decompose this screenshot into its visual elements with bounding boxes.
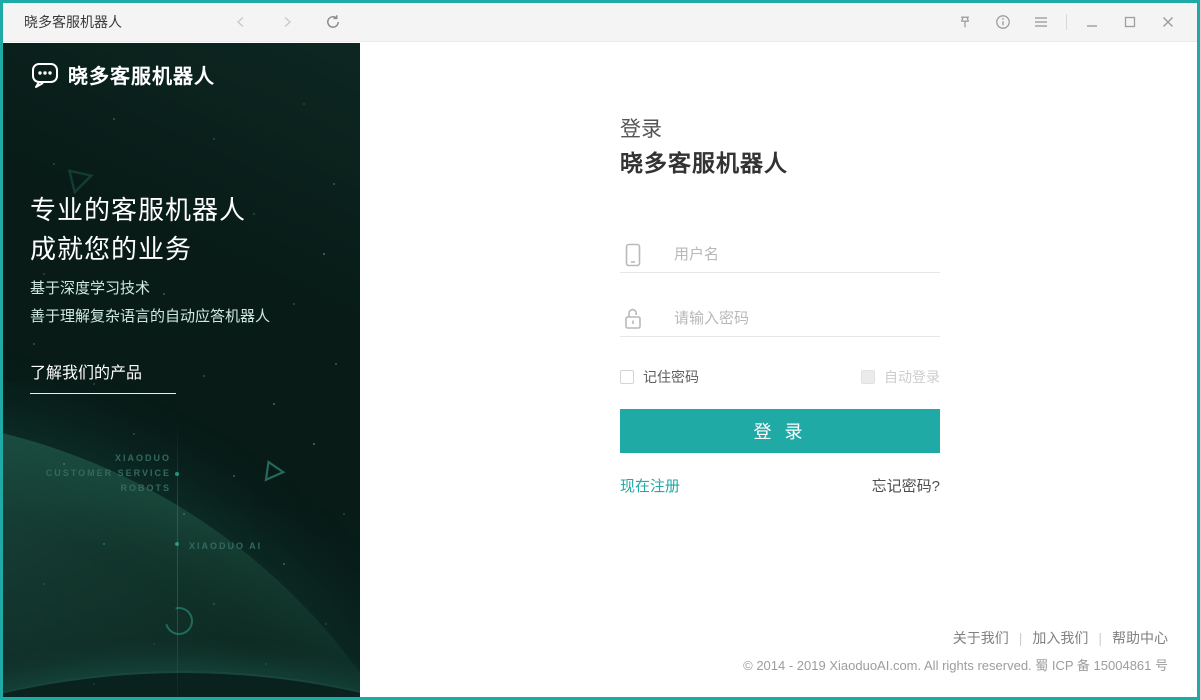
sidebar: 晓多客服机器人 专业的客服机器人 成就您的业务 基于深度学习技术 善于理解复杂语… xyxy=(3,43,360,697)
pin-button[interactable] xyxy=(948,8,982,36)
subtitle-line-2: 善于理解复杂语言的自动应答机器人 xyxy=(30,303,270,331)
learn-products-link[interactable]: 了解我们的产品 xyxy=(30,359,176,394)
pin-icon xyxy=(957,14,973,30)
remember-password-checkbox[interactable] xyxy=(620,370,634,384)
watermark-line: CUSTOMER SERVICE xyxy=(25,466,171,481)
auto-login-checkbox[interactable] xyxy=(861,370,875,384)
sidebar-headline: 专业的客服机器人 成就您的业务 xyxy=(30,191,246,269)
username-field-row xyxy=(620,237,940,273)
auto-login-label[interactable]: 自动登录 xyxy=(884,367,940,387)
watermark-line: XIAODUO xyxy=(25,451,171,466)
back-icon xyxy=(234,15,248,29)
watermark-text: XIAODUO CUSTOMER SERVICE ROBOTS xyxy=(25,451,171,496)
dot-decoration xyxy=(175,472,179,476)
back-button[interactable] xyxy=(224,8,258,36)
maximize-button[interactable] xyxy=(1113,8,1147,36)
password-field-row xyxy=(620,301,940,337)
nav-controls xyxy=(212,8,350,36)
refresh-button[interactable] xyxy=(316,8,350,36)
login-heading: 登录 xyxy=(620,113,662,143)
headline-line-2: 成就您的业务 xyxy=(30,230,246,269)
maximize-icon xyxy=(1123,15,1137,29)
remember-password-label[interactable]: 记住密码 xyxy=(643,367,699,387)
phone-icon xyxy=(622,243,644,267)
login-brand-heading: 晓多客服机器人 xyxy=(620,144,788,178)
info-icon xyxy=(995,14,1011,30)
register-link[interactable]: 现在注册 xyxy=(620,475,680,496)
menu-icon xyxy=(1033,14,1049,30)
remember-password-option[interactable]: 记住密码 xyxy=(620,367,699,387)
headline-line-1: 专业的客服机器人 xyxy=(30,191,246,230)
vertical-line-decoration xyxy=(177,421,178,697)
footer-links: 关于我们|加入我们|帮助中心 xyxy=(743,628,1168,648)
login-panel: 登录 晓多客服机器人 xyxy=(360,43,1197,697)
copyright-text: © 2014 - 2019 XiaoduoAI.com. All rights … xyxy=(743,655,1168,674)
subtitle-line-1: 基于深度学习技术 xyxy=(30,275,270,303)
stars-decoration xyxy=(3,43,5,45)
window-controls xyxy=(948,8,1185,36)
username-input[interactable] xyxy=(672,245,940,264)
auto-login-option[interactable]: 自动登录 xyxy=(861,367,940,387)
app-window: 晓多客服机器人 xyxy=(0,0,1200,700)
titlebar: 晓多客服机器人 xyxy=(3,3,1197,42)
dot-decoration xyxy=(175,542,179,546)
brand-logo: 晓多客服机器人 xyxy=(30,59,215,89)
auth-links-row: 现在注册 忘记密码? xyxy=(620,475,940,496)
minimize-icon xyxy=(1085,15,1099,29)
footer-link-join[interactable]: 加入我们 xyxy=(1032,630,1088,646)
triangle-decoration xyxy=(259,457,291,489)
close-icon xyxy=(1161,15,1175,29)
login-button[interactable]: 登 录 xyxy=(620,409,940,453)
watermark-line: ROBOTS xyxy=(25,481,171,496)
window-title: 晓多客服机器人 xyxy=(24,12,122,32)
footer-separator: | xyxy=(1088,630,1112,646)
watermark-ai-text: XIAODUO AI xyxy=(189,541,262,551)
refresh-icon xyxy=(325,14,341,30)
minimize-button[interactable] xyxy=(1075,8,1109,36)
footer-link-help[interactable]: 帮助中心 xyxy=(1112,630,1168,646)
titlebar-separator xyxy=(1066,14,1067,30)
menu-button[interactable] xyxy=(1024,8,1058,36)
forward-button[interactable] xyxy=(270,8,304,36)
close-button[interactable] xyxy=(1151,8,1185,36)
forgot-password-link[interactable]: 忘记密码? xyxy=(872,475,940,496)
sidebar-subtitle: 基于深度学习技术 善于理解复杂语言的自动应答机器人 xyxy=(30,275,270,331)
lock-icon xyxy=(622,307,644,331)
password-input[interactable] xyxy=(672,309,940,328)
chat-robot-icon xyxy=(30,59,60,89)
forward-icon xyxy=(280,15,294,29)
footer-link-about[interactable]: 关于我们 xyxy=(953,630,1009,646)
footer-separator: | xyxy=(1009,630,1033,646)
info-button[interactable] xyxy=(986,8,1020,36)
brand-name: 晓多客服机器人 xyxy=(68,60,215,89)
checkbox-row: 记住密码 自动登录 xyxy=(620,367,940,387)
footer: 关于我们|加入我们|帮助中心 © 2014 - 2019 XiaoduoAI.c… xyxy=(743,628,1168,674)
